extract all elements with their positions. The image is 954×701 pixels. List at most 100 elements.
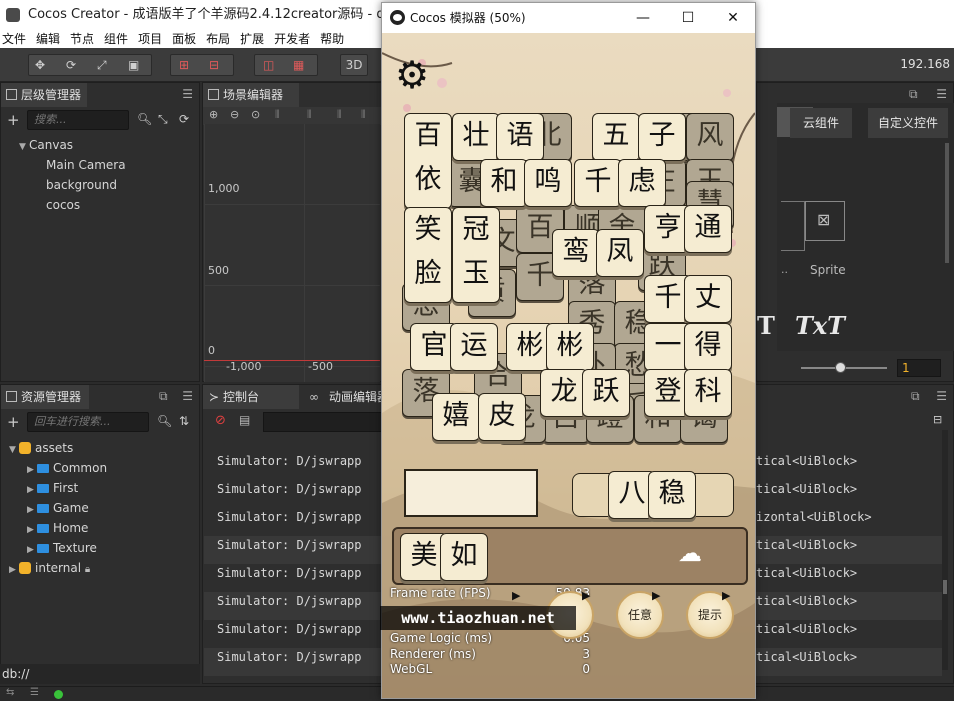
mode-3d-button[interactable]: 3D <box>340 54 368 76</box>
grid-icon[interactable]: ▦ <box>293 55 304 75</box>
tab-cloud-components[interactable]: 云组件 <box>790 108 852 138</box>
tree-node-canvas[interactable]: ▼ Canvas <box>19 135 126 155</box>
menu-edit[interactable]: 编辑 <box>36 32 60 46</box>
tile[interactable]: 语 <box>496 113 544 161</box>
console-scrollbar-thumb[interactable] <box>943 580 947 594</box>
asset-folder-internal[interactable]: ▶ internal 🔒︎ <box>9 558 107 578</box>
tile[interactable]: 丈 <box>684 275 732 323</box>
library-menu-icon[interactable]: ☰ <box>936 87 947 101</box>
console-filter-input[interactable] <box>263 412 383 432</box>
locate-icon[interactable]: ⤡ <box>158 112 168 127</box>
game-canvas[interactable]: ⚙ 北 武 风 囊 庄 王 慧 文 百 顺 舍 跃 质 落 千 恩 秀 稳 愁 … <box>382 33 755 698</box>
console-tab[interactable]: ≻ 控制台 <box>203 385 299 409</box>
tile[interactable]: 跃 <box>582 369 630 417</box>
thumbnail-size-input[interactable]: 1 <box>897 359 941 377</box>
scene-grid-viewport[interactable]: 1,000 500 0 -1,000 -500 <box>204 124 380 382</box>
tile[interactable]: 嬉 <box>432 393 480 441</box>
menu-file[interactable]: 文件 <box>2 32 26 46</box>
close-button[interactable]: ✕ <box>711 3 755 33</box>
tile[interactable]: 鸾 <box>552 229 600 277</box>
menu-node[interactable]: 节点 <box>70 32 94 46</box>
menu-help[interactable]: 帮助 <box>320 32 344 46</box>
align-center-icon[interactable]: ⫴ <box>307 108 312 122</box>
tile[interactable]: 千 <box>574 159 622 207</box>
tile[interactable]: 五 <box>592 113 640 161</box>
richtext-thumbnail[interactable]: TxT <box>795 311 845 340</box>
pivot-icon[interactable]: ⊞ <box>179 55 189 75</box>
add-node-icon[interactable]: + <box>7 111 20 129</box>
clear-console-icon[interactable]: ⊘ <box>215 413 226 428</box>
library-scrollbar[interactable] <box>945 143 949 263</box>
expand-arrow-icon[interactable]: ▶ <box>9 560 19 580</box>
snap-icon[interactable]: ◫ <box>263 55 274 75</box>
tile[interactable]: 鸣 <box>524 159 572 207</box>
local-icon[interactable]: ⊟ <box>209 55 219 75</box>
sprite-thumbnail[interactable]: ⊠ <box>805 201 845 241</box>
popout-icon[interactable]: ⧉ <box>159 389 168 404</box>
asset-folder-first[interactable]: ▶ First <box>9 478 107 498</box>
maximize-button[interactable]: ☐ <box>666 3 710 33</box>
slider-thumb[interactable] <box>835 362 846 373</box>
assets-menu-icon[interactable]: ☰ <box>182 389 193 403</box>
tile[interactable]: 运 <box>450 323 498 371</box>
open-log-icon[interactable]: ▤ <box>239 413 250 427</box>
expand-arrow-icon[interactable]: ▼ <box>9 440 19 460</box>
hierarchy-tab[interactable]: 层级管理器 <box>1 83 87 107</box>
tile[interactable]: 通 <box>684 205 732 253</box>
animation-editor-tab[interactable]: ∞ 动画编辑器 <box>303 385 389 409</box>
rotate-tool-icon[interactable]: ⟳ <box>66 55 76 75</box>
tile[interactable]: 彬 <box>546 323 594 371</box>
align-right-icon[interactable]: ⫴ <box>337 108 342 122</box>
hierarchy-search-input[interactable]: 搜索... <box>27 110 129 130</box>
tree-node-main-camera[interactable]: Main Camera <box>19 155 126 175</box>
add-asset-icon[interactable]: + <box>7 413 20 431</box>
tile[interactable]: 龙 <box>540 369 588 417</box>
expand-arrow-icon[interactable]: ▶ <box>27 460 37 480</box>
asset-folder-game[interactable]: ▶ Game <box>9 498 107 518</box>
tile[interactable]: 凤 <box>596 229 644 277</box>
tile[interactable]: 子 <box>638 113 686 161</box>
popout-icon[interactable]: ⧉ <box>909 87 918 102</box>
tile[interactable]: 壮 <box>452 113 500 161</box>
thumbnail-size-slider[interactable] <box>801 362 887 373</box>
settings-gear-icon[interactable]: ⚙ <box>392 55 432 95</box>
expand-arrow-icon[interactable]: ▶ <box>27 500 37 520</box>
scale-tool-icon[interactable]: ⤢ <box>97 55 107 75</box>
assets-tab[interactable]: 资源管理器 <box>1 385 89 409</box>
menu-project[interactable]: 项目 <box>138 32 162 46</box>
menu-developer[interactable]: 开发者 <box>274 32 310 46</box>
deck-tile[interactable]: 稳 <box>648 471 696 519</box>
search-icon[interactable]: 🔍︎ <box>157 414 172 428</box>
expand-arrow-icon[interactable]: ▼ <box>19 137 29 157</box>
menu-extension[interactable]: 扩展 <box>240 32 264 46</box>
hierarchy-menu-icon[interactable]: ☰ <box>182 87 193 101</box>
menu-layout[interactable]: 布局 <box>206 32 230 46</box>
zoom-in-icon[interactable]: ⊕ <box>209 108 218 121</box>
menu-panel[interactable]: 面板 <box>172 32 196 46</box>
tile[interactable]: 科 <box>684 369 732 417</box>
tile[interactable]: 得 <box>684 323 732 371</box>
menu-component[interactable]: 组件 <box>104 32 128 46</box>
tile[interactable]: 和 <box>480 159 528 207</box>
align-left-icon[interactable]: ⫴ <box>275 108 280 122</box>
rect-tool-icon[interactable]: ▣ <box>128 55 139 75</box>
tile[interactable]: 皮 <box>478 393 526 441</box>
console-menu-icon[interactable]: ☰ <box>936 389 947 403</box>
expand-arrow-icon[interactable]: ▶ <box>27 540 37 560</box>
asset-folder-texture[interactable]: ▶ Texture <box>9 538 107 558</box>
assets-search-input[interactable]: 回车进行搜索... <box>27 412 149 432</box>
asset-folder-home[interactable]: ▶ Home <box>9 518 107 538</box>
asset-folder-common[interactable]: ▶ Common <box>9 458 107 478</box>
level-dropdown-icon[interactable]: ⊟ <box>933 413 942 426</box>
minimize-button[interactable]: — <box>621 3 665 33</box>
scene-editor-tab[interactable]: 场景编辑器 <box>203 83 299 107</box>
refresh-icon[interactable]: ⟳ <box>179 112 189 126</box>
zoom-out-icon[interactable]: ⊖ <box>230 108 239 121</box>
asset-folder-assets[interactable]: ▼ assets <box>9 438 107 458</box>
removed-tiles-slot[interactable] <box>404 469 538 517</box>
expand-arrow-icon[interactable]: ▶ <box>27 480 37 500</box>
expand-arrow-icon[interactable]: ▶ <box>27 520 37 540</box>
label-thumbnail[interactable]: T <box>757 311 775 340</box>
tile-column[interactable]: 笑 脸 <box>404 207 452 303</box>
distribute-icon[interactable]: ⫴ <box>361 108 366 122</box>
